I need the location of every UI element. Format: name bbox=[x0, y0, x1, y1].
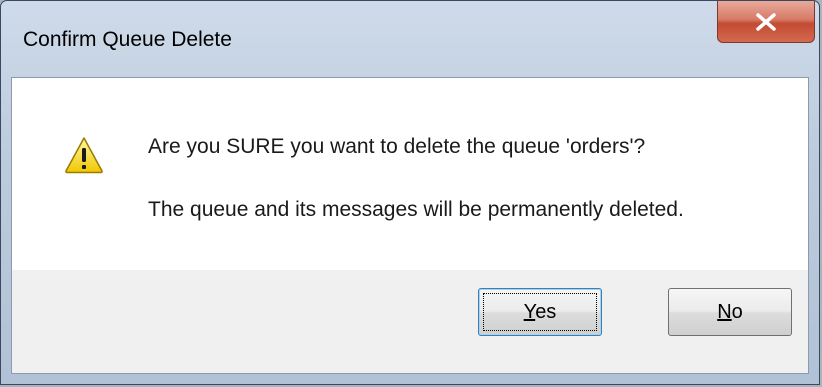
yes-button[interactable]: Yes bbox=[478, 288, 602, 336]
no-button[interactable]: No bbox=[668, 288, 792, 336]
close-x-icon bbox=[756, 12, 776, 31]
yes-button-label: Yes bbox=[523, 300, 557, 323]
delete-warning-text: The queue and its messages will be perma… bbox=[148, 198, 684, 221]
dialog-client-area: Are you SURE you want to delete the queu… bbox=[11, 77, 809, 374]
no-button-label: No bbox=[717, 300, 743, 323]
dialog-window: Confirm Queue Delete Are you SURE you wa… bbox=[0, 0, 820, 385]
warning-icon bbox=[65, 137, 103, 174]
confirm-question: Are you SURE you want to delete the queu… bbox=[148, 135, 646, 158]
close-button[interactable] bbox=[717, 1, 815, 43]
title-bar[interactable]: Confirm Queue Delete bbox=[1, 1, 819, 77]
window-title: Confirm Queue Delete bbox=[23, 28, 232, 51]
message-area: Are you SURE you want to delete the queu… bbox=[12, 78, 808, 270]
